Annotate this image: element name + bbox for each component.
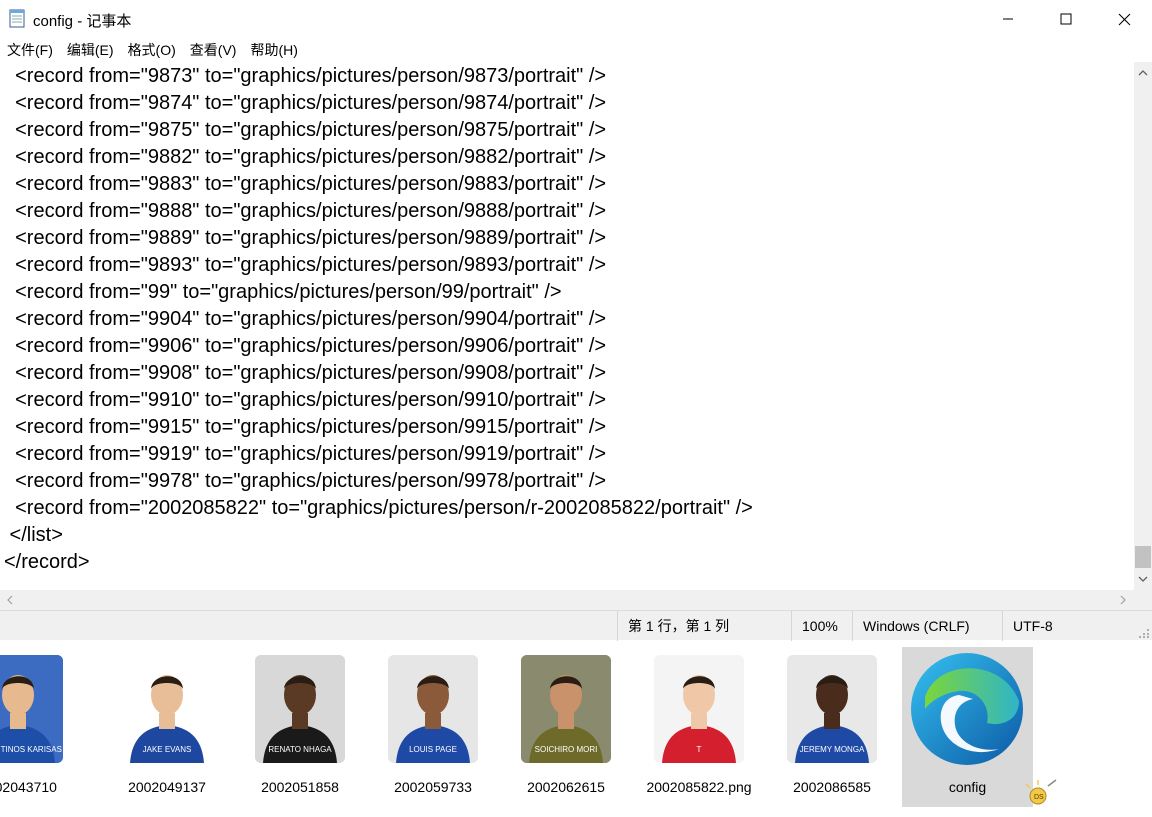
editor-line[interactable]: <record from="99" to="graphics/pictures/… [4,279,561,306]
menu-bar: 文件(F) 编辑(E) 格式(O) 查看(V) 帮助(H) [0,38,1152,62]
resize-grip-icon[interactable] [1138,616,1150,638]
cursor-position: 第 1 行，第 1 列 [617,611,791,641]
vertical-scrollbar[interactable] [1134,62,1152,590]
chevron-right-icon [1120,595,1126,605]
editor-line[interactable]: <record from="9888" to="graphics/picture… [4,198,606,225]
file-item-image[interactable]: SOICHIRO MORI 2002062615 [503,647,629,807]
player-photo: LOUIS PAGE [388,655,478,763]
file-name: 2002049137 [128,779,206,795]
menu-format[interactable]: 格式(O) [121,38,183,62]
close-icon [1118,13,1130,25]
editor-line[interactable]: </record> [4,549,90,576]
horizontal-scrollbar[interactable] [0,590,1134,610]
editor-line[interactable]: </list> [4,522,63,549]
file-item-image[interactable]: LOUIS PAGE 2002059733 [370,647,496,807]
file-item-image[interactable]: T 2002085822.png [636,647,762,807]
player-photo: RENATO NHAGA [255,655,345,763]
jersey-name: JEREMY MONGA [799,745,865,754]
file-name: 2002085822.png [646,779,752,795]
jersey-name: JAKE EVANS [142,745,192,754]
zoom-level: 100% [791,611,852,641]
chevron-left-icon [6,595,12,605]
minimize-icon [1003,18,1013,20]
editor-line[interactable]: <record from="9906" to="graphics/picture… [4,333,606,360]
editor-line[interactable]: <record from="9875" to="graphics/picture… [4,117,606,144]
encoding: UTF-8 [1002,611,1132,641]
file-name: 2002062615 [527,779,605,795]
player-photo: JEREMY MONGA [787,655,877,763]
file-item-config[interactable]: config [902,647,1033,807]
editor-line[interactable]: <record from="9874" to="graphics/picture… [4,90,606,117]
maximize-button[interactable] [1037,0,1095,38]
player-photo: T [654,655,744,763]
editor-line[interactable]: <record from="9910" to="graphics/picture… [4,387,606,414]
editor-line[interactable]: <record from="9908" to="graphics/picture… [4,360,606,387]
chevron-down-icon [1138,576,1148,582]
editor-line[interactable]: <record from="9919" to="graphics/picture… [4,441,606,468]
file-name: 2002043710 [0,779,57,795]
editor-line[interactable]: <record from="9904" to="graphics/picture… [4,306,606,333]
notepad-icon [9,9,25,28]
maximize-icon [1060,13,1072,25]
line-ending: Windows (CRLF) [852,611,1002,641]
menu-help[interactable]: 帮助(H) [243,38,304,62]
scroll-up-button[interactable] [1134,64,1152,81]
scroll-right-button[interactable] [1114,590,1132,610]
jersey-name: SOICHIRO MORI [534,745,598,754]
notepad-window: config - 记事本 文件(F) 编辑(E) 格式(O) 查看(V) 帮助(… [0,0,1152,641]
file-item-image[interactable]: RENATO NHAGA 2002051858 [237,647,363,807]
window-title: config - 记事本 [33,13,132,30]
player-photo: NSTANTINOS KARISAS [0,655,63,763]
menu-view[interactable]: 查看(V) [183,38,244,62]
editor-line[interactable]: <record from="2002085822" to="graphics/p… [4,495,753,522]
close-button[interactable] [1095,0,1152,38]
file-name: 2002051858 [261,779,339,795]
editor-line[interactable]: <record from="9883" to="graphics/picture… [4,171,606,198]
scroll-down-button[interactable] [1134,571,1152,588]
menu-file[interactable]: 文件(F) [0,38,60,62]
file-item-image[interactable]: JEREMY MONGA 2002086585 [769,647,895,807]
scrollbar-corner [1134,590,1152,610]
editor-line[interactable]: <record from="9893" to="graphics/picture… [4,252,606,279]
jersey-name: LOUIS PAGE [409,745,457,754]
cursor-busy-icon: DS [1025,779,1057,805]
jersey-name: NSTANTINOS KARISAS [0,745,62,754]
jersey-name: T [696,745,702,754]
file-item-image[interactable]: JAKE EVANS 2002049137 [104,647,230,807]
editor-line[interactable]: <record from="9915" to="graphics/picture… [4,414,606,441]
jersey-name: RENATO NHAGA [268,745,332,754]
minimize-button[interactable] [979,0,1037,38]
player-photo: JAKE EVANS [122,655,212,763]
chevron-up-icon [1138,70,1148,76]
title-bar[interactable]: config - 记事本 [0,0,1152,38]
file-item-image[interactable]: NSTANTINOS KARISAS 2002043710 [0,647,81,807]
file-name: 2002059733 [394,779,472,795]
text-editor[interactable]: <record from="9873" to="graphics/picture… [0,62,1134,590]
scroll-left-button[interactable] [0,590,18,610]
menu-edit[interactable]: 编辑(E) [60,38,121,62]
file-name: config [948,779,987,795]
editor-line[interactable]: <record from="9889" to="graphics/picture… [4,225,606,252]
editor-line[interactable]: <record from="9873" to="graphics/picture… [4,63,606,90]
editor-line[interactable]: <record from="9978" to="graphics/picture… [4,468,606,495]
vertical-scroll-thumb[interactable] [1135,546,1151,568]
player-photo: SOICHIRO MORI [521,655,611,763]
status-bar: 第 1 行，第 1 列 100% Windows (CRLF) UTF-8 [0,610,1152,641]
editor-line[interactable]: <record from="9882" to="graphics/picture… [4,144,606,171]
file-thumbnail-list: NSTANTINOS KARISAS 2002043710 JAKE EVANS 20… [0,641,1152,817]
svg-text:DS: DS [1034,794,1044,801]
file-name: 2002086585 [793,779,871,795]
edge-browser-icon [911,653,1023,765]
